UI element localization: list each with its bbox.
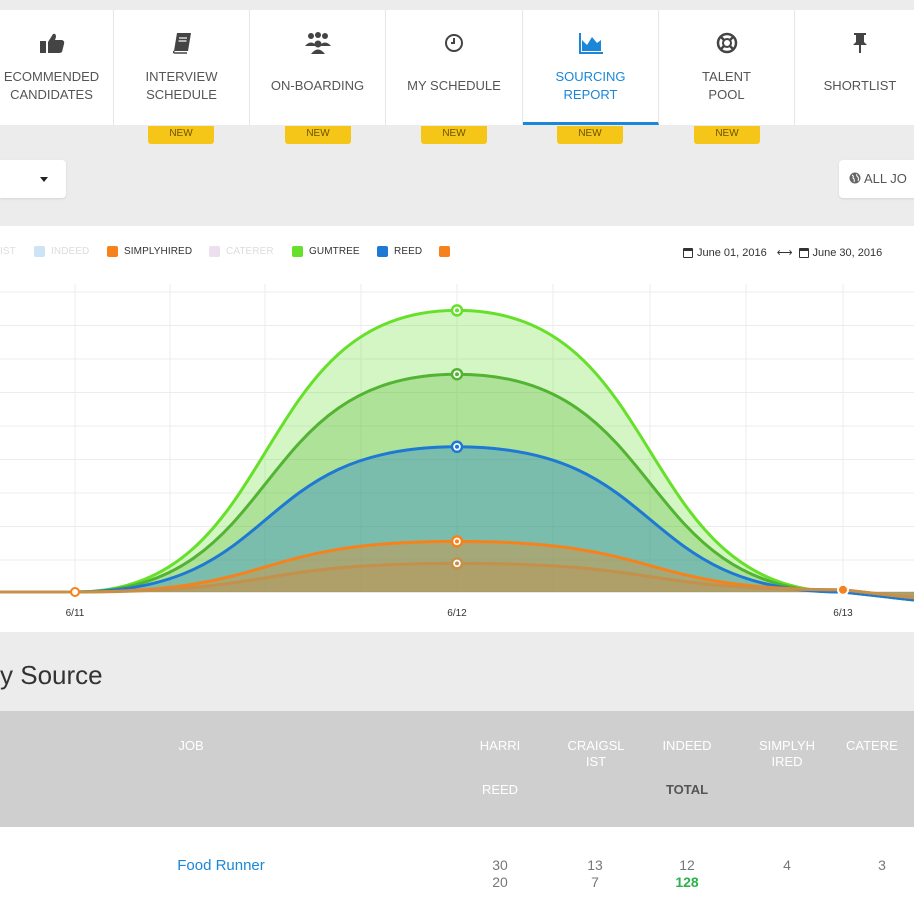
data-point-core — [455, 308, 459, 313]
section-title: y Source — [0, 660, 103, 690]
tab-label-line2: POOL — [708, 87, 745, 102]
tab-sourcing-report[interactable]: SOURCING REPORT — [523, 10, 659, 125]
table-body: Food Runner 30 20 13 7 12 128 4 3 — [0, 827, 914, 916]
tab-shortlist[interactable]: SHORTLIST — [795, 10, 914, 125]
new-badge: NEW — [694, 126, 760, 144]
tab-label-line1: ECOMMENDED — [3, 69, 100, 84]
data-point-core — [455, 561, 459, 566]
tab-on-boarding[interactable]: ON-BOARDING — [250, 10, 386, 125]
header-craigslist[interactable]: CRAIGSL IST — [556, 738, 636, 770]
data-point-core — [455, 444, 459, 449]
data-point-core — [455, 539, 459, 544]
data-point — [837, 583, 849, 596]
tab-label-line1: INTERVIEW — [145, 69, 218, 84]
header-harri[interactable]: HARRI — [470, 738, 530, 754]
header-craigslist-line2: IST — [585, 754, 607, 769]
caret-down-icon — [40, 177, 48, 182]
tab-label: ON-BOARDING — [270, 78, 365, 93]
chart-areas — [0, 310, 914, 600]
table-header: JOB HARRI REED CRAIGSL IST INDEED TOTAL S… — [0, 711, 914, 827]
book-icon — [114, 30, 249, 56]
cell-total: 128 — [675, 874, 699, 890]
x-tick-label: 6/12 — [447, 608, 467, 619]
header-simplyhired-line2: IRED — [771, 754, 803, 769]
x-tick-label: 6/13 — [833, 608, 853, 619]
new-badge: NEW — [557, 126, 623, 144]
main-navigation: ECOMMENDED CANDIDATES INTERVIEW SCHEDULE O… — [0, 10, 914, 125]
job-link[interactable]: Food Runner — [156, 857, 286, 874]
new-badge: NEW — [148, 126, 214, 144]
clock-icon — [386, 30, 522, 56]
tab-label: SHORTLIST — [823, 78, 897, 93]
cell-craigslist: 13 — [587, 857, 603, 873]
pin-icon — [795, 30, 914, 56]
cell-harri: 30 — [492, 857, 508, 873]
tab-interview-schedule[interactable]: INTERVIEW SCHEDULE — [114, 10, 250, 125]
header-caterer[interactable]: CATERE — [846, 738, 914, 754]
job-select-dropdown[interactable] — [0, 160, 66, 198]
cell-caterer: 3 — [878, 857, 886, 873]
tab-label: MY SCHEDULE — [407, 78, 501, 93]
tab-label-line1: SOURCING — [555, 69, 626, 84]
area-chart-icon — [523, 30, 658, 56]
header-craigslist-line1: CRAIGSL — [567, 738, 625, 753]
chart-x-labels: 6/11 6/12 6/13 — [66, 608, 854, 619]
x-tick-label: 6/11 — [66, 608, 85, 619]
tab-label-line2: SCHEDULE — [146, 87, 217, 102]
header-indeed[interactable]: INDEED — [652, 738, 722, 754]
header-total[interactable]: TOTAL — [652, 782, 722, 798]
tab-talent-pool[interactable]: TALENT POOL — [659, 10, 795, 125]
header-reed[interactable]: REED — [470, 782, 530, 798]
tab-my-schedule[interactable]: MY SCHEDULE — [386, 10, 523, 125]
group-icon — [250, 30, 385, 56]
header-simplyhired-line1: SIMPLYH — [758, 738, 816, 753]
lifebuoy-icon — [659, 30, 794, 56]
top-bar — [0, 0, 914, 10]
all-jobs-label: ALL JO — [864, 171, 907, 186]
tab-label-line2: REPORT — [563, 87, 618, 102]
cell-craigslist-2: 7 — [591, 874, 599, 890]
header-simplyhired[interactable]: SIMPLYH IRED — [747, 738, 827, 770]
tab-label-line1: TALENT — [702, 69, 751, 84]
tab-label-line2: CANDIDATES — [10, 87, 93, 102]
new-badge: NEW — [285, 126, 351, 144]
data-point — [70, 587, 80, 597]
globe-icon — [849, 172, 861, 184]
data-point-core — [455, 372, 459, 377]
all-jobs-button[interactable]: ALL JO — [839, 160, 914, 198]
sourcing-area-chart: 6/11 6/12 6/13 — [0, 284, 914, 619]
new-badge: NEW — [421, 126, 487, 144]
thumbs-up-icon — [0, 30, 113, 56]
cell-simplyhired: 4 — [783, 857, 791, 873]
cell-indeed: 12 — [679, 857, 695, 873]
cell-reed: 20 — [492, 874, 508, 890]
tab-recommended-candidates[interactable]: ECOMMENDED CANDIDATES — [0, 10, 114, 125]
header-job[interactable]: JOB — [166, 738, 216, 754]
